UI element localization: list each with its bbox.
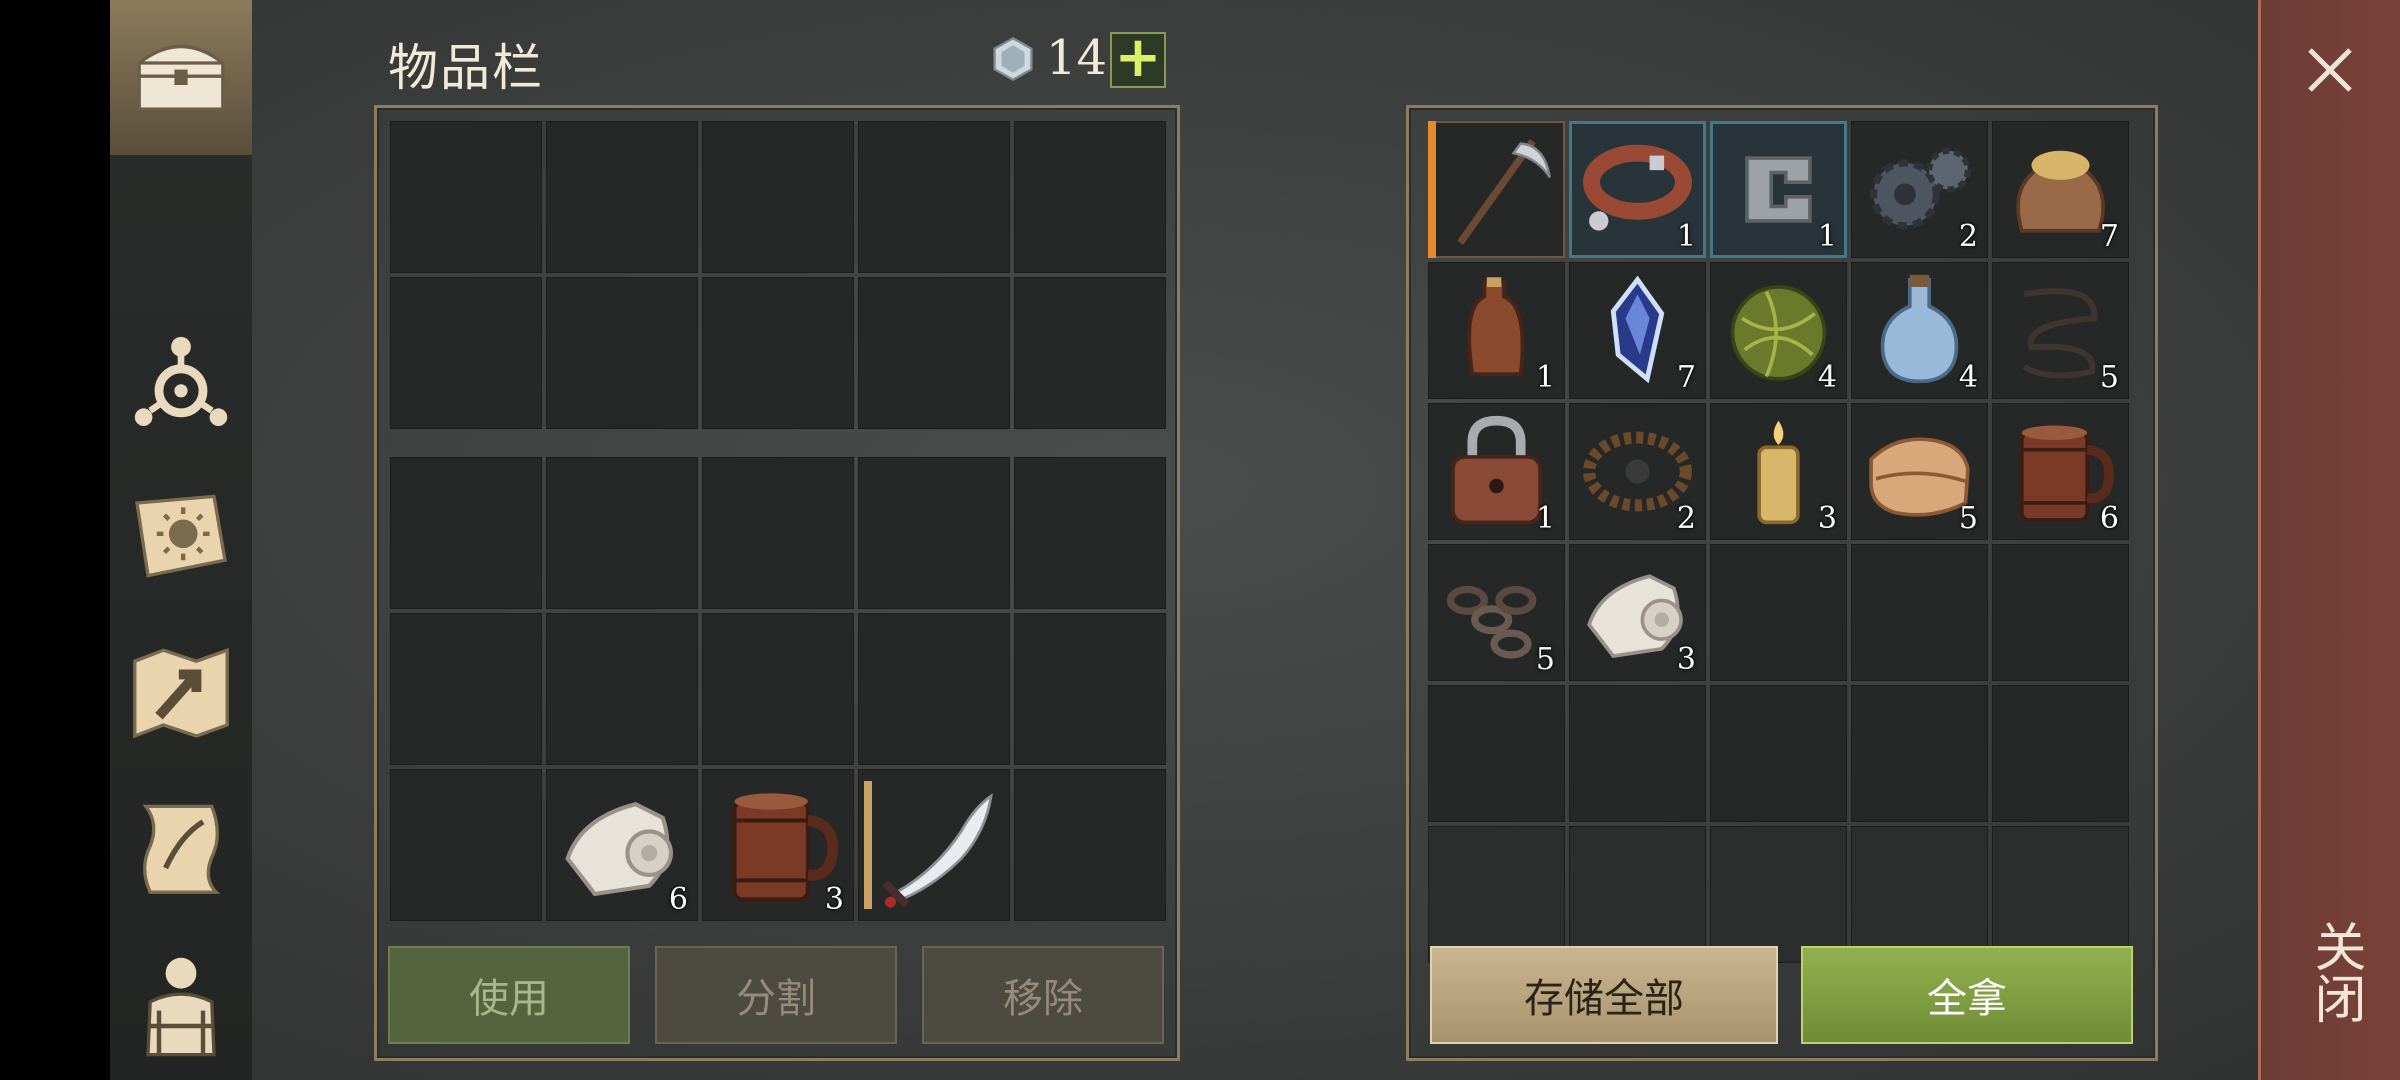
- equipment-slot[interactable]: [546, 277, 698, 429]
- gem-icon: [993, 36, 1033, 82]
- use-button[interactable]: 使用: [388, 946, 630, 1044]
- storage-slot-item[interactable]: [1428, 121, 1565, 258]
- storage-slot-item[interactable]: 2: [1569, 403, 1706, 540]
- storage-slot-item[interactable]: 4: [1851, 262, 1988, 399]
- item-quantity: 2: [1676, 501, 1696, 536]
- storage-slot[interactable]: [1992, 826, 2129, 963]
- storage-slot[interactable]: [1710, 685, 1847, 822]
- equipment-slot[interactable]: [858, 121, 1010, 273]
- backpack-slot[interactable]: [1014, 457, 1166, 609]
- backpack-slot[interactable]: [390, 613, 542, 765]
- durability-bar: [864, 781, 872, 909]
- backpack-slot[interactable]: [1014, 769, 1166, 921]
- backpack-grid: 63: [390, 457, 1168, 923]
- storage-slot-item[interactable]: 3: [1569, 544, 1706, 681]
- chest-icon[interactable]: [120, 14, 242, 134]
- backpack-slot[interactable]: [390, 457, 542, 609]
- storage-slot-item[interactable]: 5: [1851, 403, 1988, 540]
- storage-slot-item[interactable]: 4: [1710, 262, 1847, 399]
- storage-slot-item[interactable]: 1: [1569, 121, 1706, 258]
- storage-slot[interactable]: [1851, 685, 1988, 822]
- add-currency-button[interactable]: +: [1110, 30, 1166, 88]
- item-quantity: 3: [1676, 642, 1696, 677]
- item-quantity: 2: [1958, 219, 1978, 254]
- equipment-slot[interactable]: [702, 121, 854, 273]
- item-quantity: 7: [1676, 360, 1696, 395]
- storage-slot[interactable]: [1992, 544, 2129, 681]
- page-title: 物品栏: [388, 39, 544, 97]
- equipment-grid: [390, 121, 1168, 429]
- store-all-button[interactable]: 存储全部: [1430, 946, 1778, 1044]
- backpack-slot[interactable]: [858, 613, 1010, 765]
- storage-slot[interactable]: [1851, 826, 1988, 963]
- item-quantity: 4: [1958, 360, 1978, 395]
- backpack-slot[interactable]: [546, 613, 698, 765]
- backpack-slot[interactable]: [546, 457, 698, 609]
- tech-book-icon[interactable]: [120, 476, 242, 596]
- equipment-slot[interactable]: [390, 121, 542, 273]
- equipment-slot[interactable]: [390, 277, 542, 429]
- close-panel[interactable]: [2258, 0, 2400, 1080]
- equipment-slot[interactable]: [546, 121, 698, 273]
- backpack-slot-item[interactable]: [858, 769, 1010, 921]
- take-all-button[interactable]: 全拿: [1801, 946, 2133, 1044]
- backpack-slot[interactable]: [702, 613, 854, 765]
- map-icon[interactable]: [120, 632, 242, 752]
- scimitar-icon: [882, 793, 993, 908]
- equipment-slot[interactable]: [858, 277, 1010, 429]
- storage-slot-item[interactable]: 2: [1851, 121, 1988, 258]
- item-quantity: 5: [2099, 360, 2119, 395]
- storage-slot[interactable]: [1569, 685, 1706, 822]
- currency-count: 14: [1046, 30, 1108, 86]
- storage-slot[interactable]: [1428, 685, 1565, 822]
- remove-button[interactable]: 移除: [922, 946, 1164, 1044]
- item-quantity: 3: [824, 882, 844, 917]
- item-quantity: 7: [2099, 219, 2119, 254]
- crafting-icon[interactable]: [120, 322, 242, 442]
- backpack-slot-item[interactable]: 3: [702, 769, 854, 921]
- equipment-slot[interactable]: [1014, 121, 1166, 273]
- item-quantity: 1: [1817, 219, 1837, 254]
- item-quantity: 3: [1817, 501, 1837, 536]
- storage-slot-item[interactable]: 1: [1710, 121, 1847, 258]
- backpack-slot[interactable]: [390, 769, 542, 921]
- storage-slot[interactable]: [1992, 685, 2129, 822]
- equipment-slot[interactable]: [702, 277, 854, 429]
- equipment-slot[interactable]: [1014, 277, 1166, 429]
- item-quantity: 1: [1535, 501, 1555, 536]
- close-label[interactable]: 关闭: [2298, 920, 2373, 1024]
- storage-slot[interactable]: [1851, 544, 1988, 681]
- storage-slot[interactable]: [1710, 826, 1847, 963]
- item-quantity: 6: [668, 882, 688, 917]
- item-quantity: 1: [1535, 360, 1555, 395]
- storage-slot-item[interactable]: 7: [1569, 262, 1706, 399]
- storage-slot[interactable]: [1710, 544, 1847, 681]
- quest-scroll-icon[interactable]: [120, 786, 242, 906]
- scythe-icon: [1457, 138, 1551, 245]
- storage-slot-item[interactable]: 1: [1428, 403, 1565, 540]
- backpack-slot[interactable]: [1014, 613, 1166, 765]
- item-quantity: 5: [1535, 642, 1555, 677]
- split-button[interactable]: 分割: [655, 946, 897, 1044]
- item-quantity: 1: [1676, 219, 1696, 254]
- storage-slot-item[interactable]: 6: [1992, 403, 2129, 540]
- item-quantity: 6: [2099, 501, 2119, 536]
- storage-slot[interactable]: [1569, 826, 1706, 963]
- storage-grid: 1 1 2 7 1 7 4 4 5 1 2 3 5 6 5 3: [1428, 121, 2132, 963]
- storage-slot-item[interactable]: 7: [1992, 121, 2129, 258]
- storage-slot-item[interactable]: 3: [1710, 403, 1847, 540]
- item-quantity: 5: [1958, 501, 1978, 536]
- storage-slot-item[interactable]: 5: [1428, 544, 1565, 681]
- character-icon[interactable]: [120, 944, 242, 1064]
- storage-slot[interactable]: [1428, 826, 1565, 963]
- backpack-slot[interactable]: [702, 457, 854, 609]
- item-quantity: 4: [1817, 360, 1837, 395]
- backpack-slot-item[interactable]: 6: [546, 769, 698, 921]
- storage-slot-item[interactable]: 5: [1992, 262, 2129, 399]
- backpack-slot[interactable]: [858, 457, 1010, 609]
- storage-slot-item[interactable]: 1: [1428, 262, 1565, 399]
- close-icon[interactable]: [2300, 40, 2360, 100]
